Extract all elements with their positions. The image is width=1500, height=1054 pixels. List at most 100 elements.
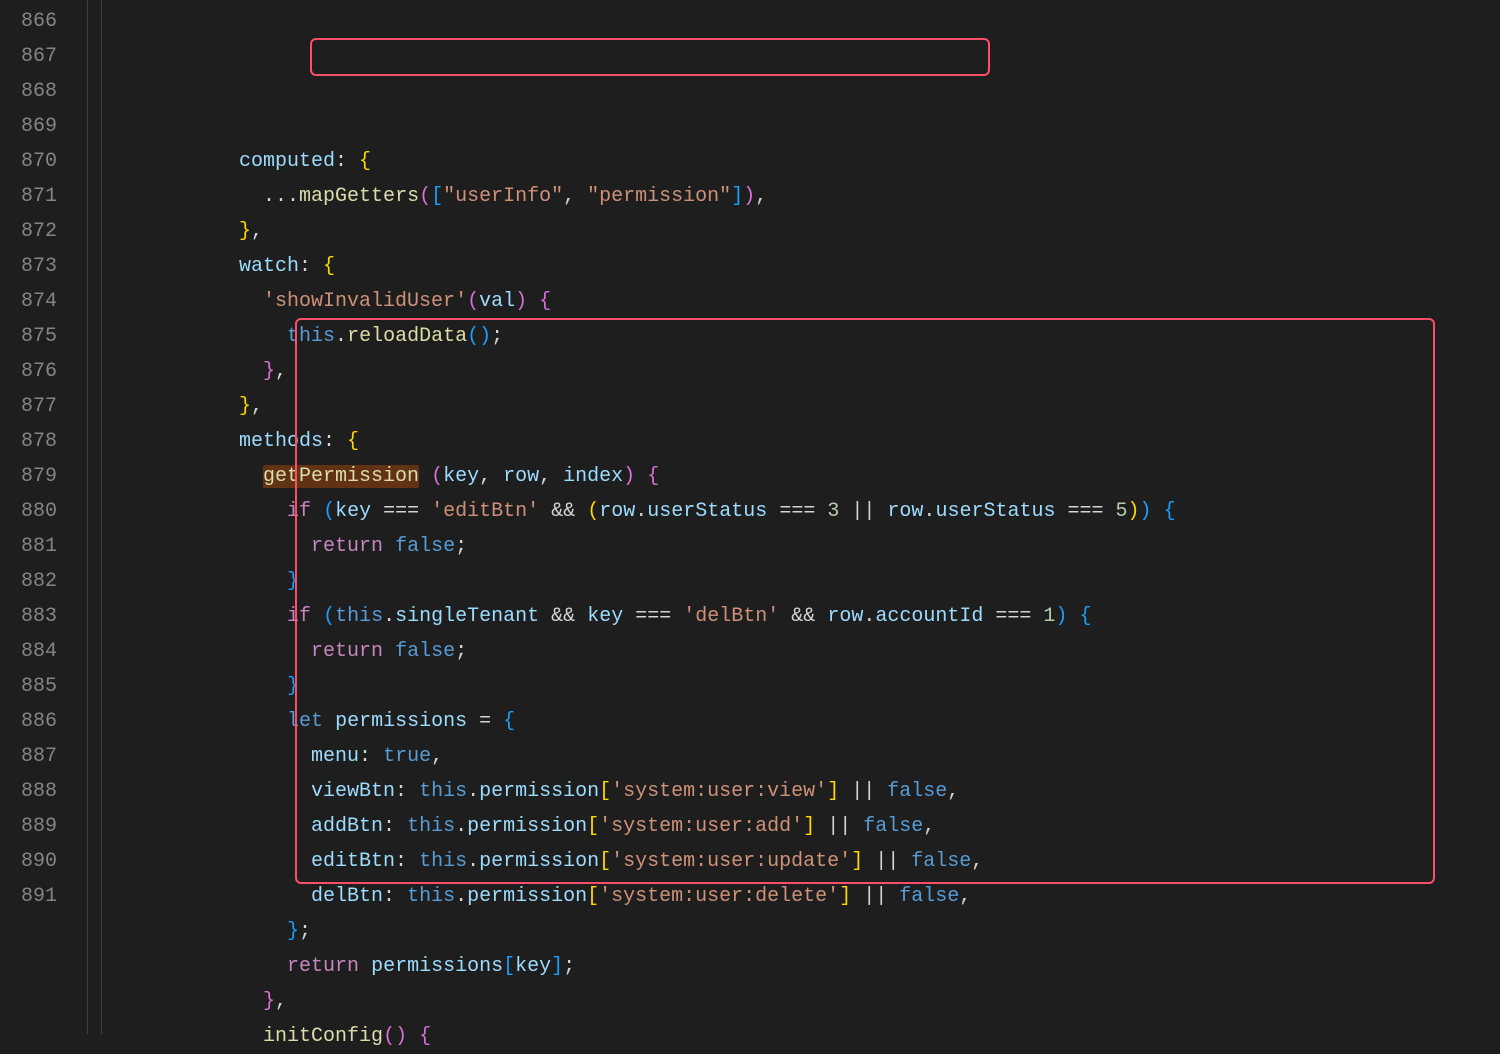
token: getPermission [263,465,419,488]
token: } [287,570,299,593]
token: { [1164,500,1176,523]
token: true [383,745,431,768]
code-line[interactable]: getPermission (key, row, index) { [135,459,1500,494]
token: ( [419,185,431,208]
token: { [503,710,515,733]
token: 'editBtn' [431,500,539,523]
token: ] [839,885,851,908]
token: , [431,745,443,768]
code-line[interactable]: }, [135,214,1500,249]
token: : [395,850,419,873]
token [311,500,323,523]
token [1104,500,1116,523]
code-line[interactable]: } [135,669,1500,704]
line-number-gutter: 8668678688698708718728738748758768778788… [0,0,75,1034]
code-line[interactable]: methods: { [135,424,1500,459]
code-line[interactable]: return false; [135,529,1500,564]
token [875,780,887,803]
token: userStatus [935,500,1055,523]
token: permission [479,780,599,803]
token [983,605,995,628]
code-content[interactable]: computed: { ...mapGetters(["userInfo", "… [135,0,1500,1034]
token: row [827,605,863,628]
token: || [827,815,851,838]
token: : [383,885,407,908]
code-line[interactable]: computed: { [135,144,1500,179]
code-line[interactable]: viewBtn: this.permission['system:user:vi… [135,774,1500,809]
line-number: 890 [0,844,57,879]
code-line[interactable]: menu: true, [135,739,1500,774]
code-line[interactable]: addBtn: this.permission['system:user:add… [135,809,1500,844]
token: false [863,815,923,838]
token: row [887,500,923,523]
token: || [851,500,875,523]
annotation-box-1 [310,38,990,76]
code-line[interactable]: editBtn: this.permission['system:user:up… [135,844,1500,879]
token [851,885,863,908]
code-line[interactable]: watch: { [135,249,1500,284]
token: { [539,290,551,313]
code-editor[interactable]: 8668678688698708718728738748758768778788… [0,0,1500,1034]
token [887,885,899,908]
token: watch [239,255,299,278]
token: singleTenant [395,605,539,628]
code-line[interactable]: return permissions[key]; [135,949,1500,984]
token: ) [623,465,635,488]
token: . [335,325,347,348]
token: { [347,430,359,453]
line-number: 874 [0,284,57,319]
token: , [275,990,287,1013]
token: : [359,745,383,768]
token: ) [1128,500,1140,523]
token: , [923,815,935,838]
token: , [251,395,263,418]
code-line[interactable]: return false; [135,634,1500,669]
token: menu [311,745,359,768]
code-line[interactable]: let permissions = { [135,704,1500,739]
token [1031,605,1043,628]
line-number: 880 [0,494,57,529]
token: editBtn [311,850,395,873]
token: reloadData [347,325,467,348]
token: false [395,640,455,663]
token: ) [395,1025,407,1048]
line-number: 885 [0,669,57,704]
token: row [503,465,539,488]
token: this [407,815,455,838]
token: [ [503,955,515,978]
token: } [239,220,251,243]
fold-margin[interactable] [75,0,135,1034]
token: 'system:user:delete' [599,885,839,908]
code-line[interactable]: }, [135,389,1500,424]
token: "userInfo" [443,185,563,208]
token: ) [479,325,491,348]
code-line[interactable]: if (this.singleTenant && key === 'delBtn… [135,599,1500,634]
code-line[interactable]: initConfig() { [135,1019,1500,1054]
code-line[interactable]: delBtn: this.permission['system:user:del… [135,879,1500,914]
token: || [851,780,875,803]
code-line[interactable]: if (key === 'editBtn' && (row.userStatus… [135,494,1500,529]
code-line[interactable]: }; [135,914,1500,949]
token [323,710,335,733]
token: 5 [1116,500,1128,523]
code-line[interactable]: this.reloadData(); [135,319,1500,354]
token: addBtn [311,815,383,838]
line-number: 879 [0,459,57,494]
code-line[interactable]: 'showInvalidUser'(val) { [135,284,1500,319]
token [575,605,587,628]
code-line[interactable]: }, [135,354,1500,389]
token: === [995,605,1031,628]
token [419,465,431,488]
code-line[interactable]: ...mapGetters(["userInfo", "permission"]… [135,179,1500,214]
token: permissions [371,955,503,978]
code-line[interactable]: } [135,564,1500,599]
line-number: 873 [0,249,57,284]
token: 'system:user:add' [599,815,803,838]
token [539,605,551,628]
line-number: 867 [0,39,57,74]
token: : [335,150,359,173]
token: ( [383,1025,395,1048]
token [815,605,827,628]
code-line[interactable]: }, [135,984,1500,1019]
line-number: 878 [0,424,57,459]
